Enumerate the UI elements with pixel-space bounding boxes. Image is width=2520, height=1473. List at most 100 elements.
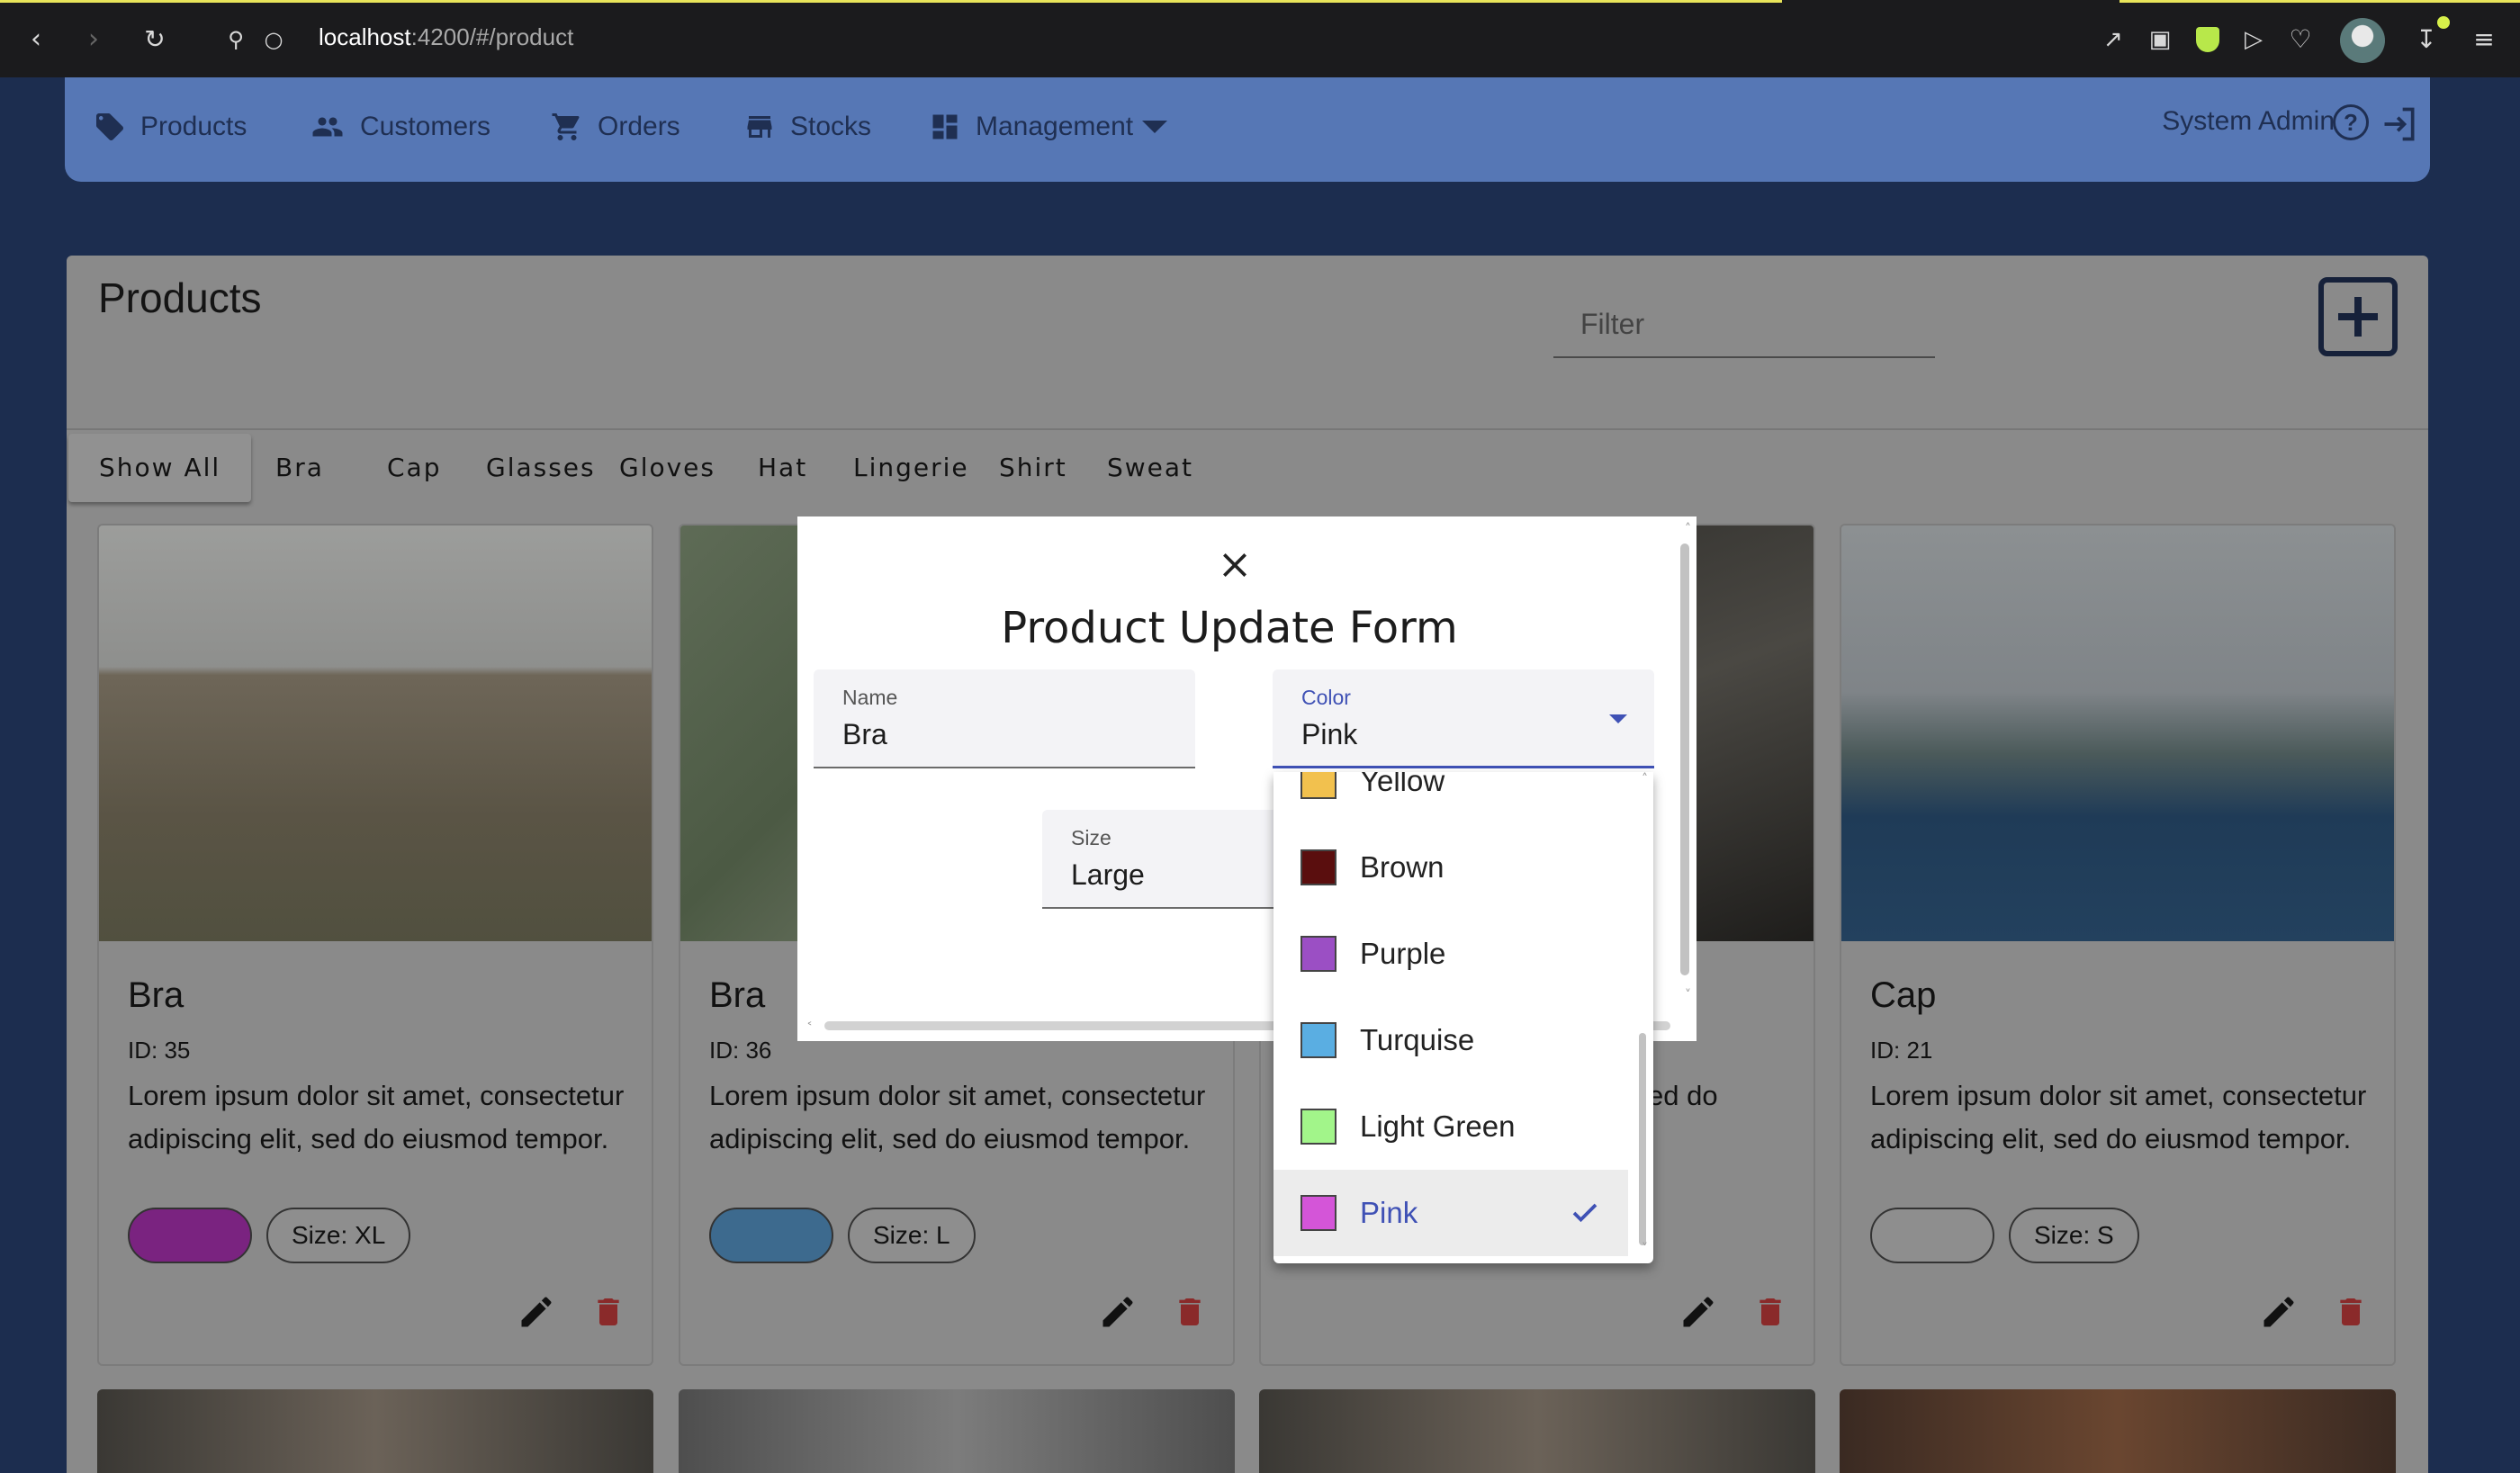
color-swatch [1300, 849, 1336, 885]
scroll-down-icon[interactable]: ˅ [1685, 988, 1691, 1002]
color-swatch [1300, 1109, 1336, 1145]
color-option-light-green[interactable]: Light Green [1274, 1083, 1628, 1170]
send-icon[interactable]: ▷ [2236, 22, 2272, 58]
reload-icon[interactable]: ↻ [137, 22, 173, 58]
product-card: Bra ID: 35 Lorem ipsum dolor sit amet, c… [97, 524, 653, 1366]
help-icon[interactable]: ? [2333, 104, 2369, 140]
page-title: Products [98, 274, 262, 321]
nav-orders[interactable]: Orders [551, 104, 680, 149]
top-navbar: Products Customers Orders Stocks Managem… [65, 77, 2430, 182]
dashboard-icon [932, 114, 958, 139]
heart-icon[interactable]: ♡ [2282, 22, 2318, 58]
edit-icon[interactable] [517, 1292, 556, 1332]
name-label: Name [842, 686, 898, 709]
product-card [1840, 1389, 2396, 1473]
name-field[interactable]: Name Bra [814, 669, 1195, 768]
logout-icon[interactable] [2380, 104, 2419, 144]
browser-toolbar: ‹ › ↻ ⚲ ○ localhost:4200/#/product ↗ ▣ ▷… [0, 0, 2520, 77]
loading-bar [2120, 0, 2520, 3]
category-cap[interactable]: Cap [387, 434, 441, 502]
color-badge [1870, 1208, 1994, 1263]
color-select[interactable]: Color Pink [1273, 669, 1654, 768]
divider [67, 428, 2428, 430]
globe-icon: ○ [264, 27, 284, 52]
color-option-yellow[interactable]: Yellow [1274, 772, 1628, 824]
edit-icon[interactable] [1678, 1292, 1718, 1332]
color-value: Pink [1301, 718, 1358, 750]
nav-management[interactable]: Management [929, 104, 1168, 149]
edit-icon[interactable] [1098, 1292, 1138, 1332]
category-sweat[interactable]: Sweat [1107, 434, 1193, 502]
color-dropdown-panel: Yellow Brown Purple Turquise Light Green… [1274, 772, 1653, 1263]
delete-icon[interactable] [1172, 1292, 1208, 1332]
color-badge [128, 1208, 252, 1263]
url-host: localhost [319, 23, 411, 50]
category-glasses[interactable]: Glasses [486, 434, 596, 502]
nav-customers-label: Customers [360, 112, 491, 141]
delete-icon[interactable] [1752, 1292, 1788, 1332]
product-title: Cap [1870, 975, 1937, 1015]
dropdown-arrow-icon [1609, 714, 1627, 723]
filter-input[interactable]: Filter [1553, 283, 1935, 358]
color-swatch [1300, 1195, 1336, 1231]
chevron-down-icon [1142, 121, 1168, 133]
option-label: Pink [1360, 1196, 1418, 1229]
share-icon[interactable]: ↗ [2095, 22, 2131, 58]
dialog-vertical-scrollbar[interactable] [1680, 543, 1689, 975]
scroll-down-icon[interactable]: ˅ [1642, 1242, 1648, 1256]
color-swatch [1300, 1022, 1336, 1058]
cart-icon [552, 113, 580, 140]
product-image [1841, 525, 2394, 941]
forward-icon[interactable]: › [76, 22, 112, 58]
product-image [99, 525, 652, 941]
shield-icon[interactable] [2196, 27, 2219, 52]
product-title: Bra [128, 975, 184, 1015]
camera-icon[interactable]: ▣ [2142, 22, 2178, 58]
category-bra[interactable]: Bra [275, 434, 324, 502]
nav-products[interactable]: Products [94, 104, 247, 149]
color-label: Color [1301, 686, 1351, 709]
nav-products-label: Products [140, 112, 248, 141]
dropdown-scrollbar[interactable] [1639, 1033, 1646, 1245]
product-card [1259, 1389, 1815, 1473]
nav-customers[interactable]: Customers [310, 104, 490, 149]
nav-orders-label: Orders [598, 112, 680, 141]
color-option-brown[interactable]: Brown [1274, 824, 1628, 911]
color-option-purple[interactable]: Purple [1274, 911, 1628, 997]
size-value: Large [1071, 858, 1145, 891]
category-show-all[interactable]: Show All [68, 434, 252, 502]
edit-icon[interactable] [2259, 1292, 2299, 1332]
product-id: ID: 21 [1870, 1037, 1933, 1064]
category-gloves[interactable]: Gloves [619, 434, 716, 502]
option-label: Turquise [1360, 1023, 1475, 1056]
back-icon[interactable]: ‹ [18, 22, 54, 58]
scroll-up-icon[interactable]: ˄ [1685, 522, 1691, 536]
color-option-turquise[interactable]: Turquise [1274, 997, 1628, 1083]
product-id: ID: 36 [709, 1037, 772, 1064]
address-bar[interactable]: localhost:4200/#/product [319, 23, 573, 51]
delete-icon[interactable] [2333, 1292, 2369, 1332]
menu-icon[interactable]: ≡ [2466, 22, 2502, 58]
size-badge: Size: L [848, 1208, 976, 1263]
scroll-up-icon[interactable]: ˄ [1642, 772, 1648, 786]
profile-avatar[interactable] [2340, 18, 2385, 63]
close-icon[interactable] [1217, 547, 1253, 583]
name-value: Bra [842, 718, 887, 750]
scroll-left-icon[interactable]: ˂ [806, 1021, 813, 1036]
color-option-pink[interactable]: Pink [1274, 1170, 1628, 1256]
color-swatch [1300, 772, 1336, 799]
store-icon [747, 116, 772, 138]
category-hat[interactable]: Hat [758, 434, 807, 502]
add-product-button[interactable] [2318, 277, 2398, 356]
size-label: Size [1071, 826, 1112, 849]
size-badge: Size: XL [266, 1208, 411, 1263]
delete-icon[interactable] [590, 1292, 626, 1332]
product-card: Cap ID: 21 Lorem ipsum dolor sit amet, c… [1840, 524, 2396, 1366]
nav-stocks[interactable]: Stocks [743, 104, 871, 149]
site-info-icon[interactable]: ⚲ [218, 22, 254, 58]
category-lingerie[interactable]: Lingerie [853, 434, 969, 502]
category-shirt[interactable]: Shirt [999, 434, 1067, 502]
size-badge: Size: S [2009, 1208, 2139, 1263]
nav-management-label: Management [976, 112, 1134, 141]
check-icon [1572, 1203, 1598, 1223]
